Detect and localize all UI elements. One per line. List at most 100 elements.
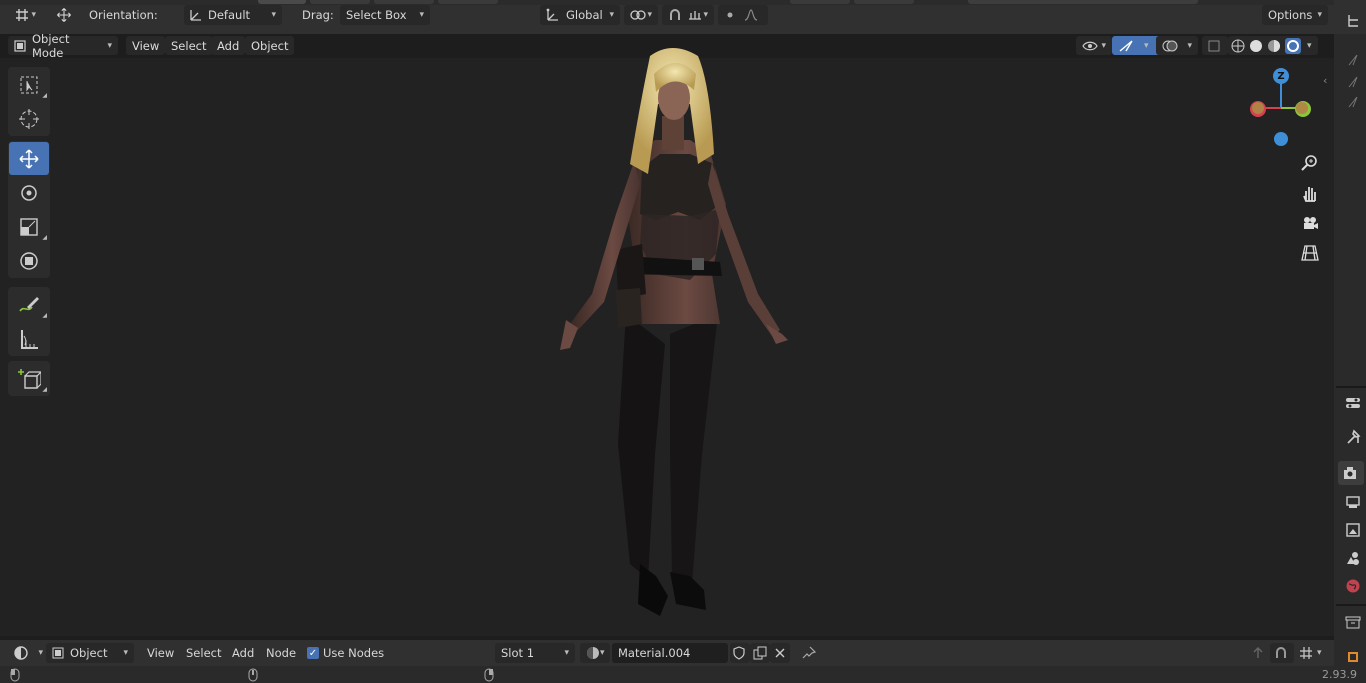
parent-node-tree-icon[interactable] <box>1246 643 1270 663</box>
slot-dropdown[interactable]: Slot 1 ▾ <box>495 643 575 663</box>
gizmo-icon <box>1118 39 1134 53</box>
xray-toggle[interactable] <box>1202 36 1228 55</box>
move-tool-header-icon[interactable] <box>50 5 78 25</box>
shader-type-dropdown[interactable]: Object ▾ <box>46 643 134 663</box>
chevron-left-icon[interactable]: ‹ <box>1323 74 1327 87</box>
editor-type-button-bottom[interactable]: ▾ <box>8 643 48 663</box>
menu-select-bottom[interactable]: Select <box>181 643 226 663</box>
editor-type-button[interactable]: ▾ <box>8 5 42 25</box>
mode-dropdown[interactable]: Object Mode ▾ <box>8 32 118 60</box>
toolbar-select-group: ◢ <box>8 67 50 136</box>
workspace-tab[interactable] <box>438 0 498 4</box>
hand-pan-icon[interactable] <box>1297 181 1323 205</box>
fake-user-button[interactable] <box>730 643 750 663</box>
snap-group[interactable]: ▾ <box>662 5 714 25</box>
output-properties-icon[interactable] <box>1340 490 1366 514</box>
tool-properties-icon[interactable] <box>1340 425 1366 449</box>
move-tool[interactable] <box>9 142 49 175</box>
visibility-dropdown[interactable]: ▾ <box>1076 36 1112 55</box>
unlink-material-button[interactable] <box>770 643 790 663</box>
menu-select[interactable]: Select <box>165 36 213 55</box>
tool-expand-icon: ◢ <box>42 92 47 99</box>
close-icon <box>774 647 786 659</box>
annotate-tool[interactable]: ◢ <box>9 288 49 321</box>
chevron-down-icon: ▾ <box>123 648 128 658</box>
menu-node-bottom[interactable]: Node <box>261 643 301 663</box>
camera-view-icon[interactable] <box>1297 211 1323 235</box>
n-panel-tab-icon[interactable] <box>1340 90 1366 114</box>
menu-add-bottom[interactable]: Add <box>227 643 259 663</box>
workspace-tab[interactable] <box>310 0 370 4</box>
orientation-dropdown[interactable]: Default ▾ <box>184 5 282 25</box>
material-shading-icon[interactable] <box>1267 39 1281 53</box>
editor-type-icon <box>14 8 30 22</box>
pivot-point-dropdown[interactable]: ▾ <box>624 5 658 25</box>
view-layer-properties-icon[interactable] <box>1340 518 1366 542</box>
use-nodes-checkbox[interactable]: ✓ Use Nodes <box>302 643 389 663</box>
transform-tool[interactable] <box>9 244 49 277</box>
neg-y-axis-handle[interactable] <box>1252 102 1264 114</box>
render-properties-icon[interactable] <box>1338 461 1364 485</box>
rendered-shading-icon[interactable] <box>1285 37 1301 54</box>
snap-element-dropdown[interactable]: ▾ <box>1294 643 1327 663</box>
outliner-icon[interactable] <box>1340 9 1366 33</box>
browse-material-button[interactable]: ▾ <box>580 643 610 663</box>
z-axis-handle[interactable]: Z <box>1273 68 1289 84</box>
snap-grid-icon <box>1299 646 1313 660</box>
mode-value: Object Mode <box>32 31 70 60</box>
neg-x-axis-handle[interactable] <box>1296 102 1308 114</box>
scene-properties-icon[interactable] <box>1340 546 1366 570</box>
character-model[interactable] <box>530 44 800 624</box>
n-panel-tab-icon[interactable] <box>1340 48 1366 72</box>
pin-icon[interactable] <box>796 643 822 663</box>
collection-properties-icon[interactable] <box>1340 610 1366 634</box>
z-axis-label: Z <box>1277 70 1285 82</box>
menu-view-bottom[interactable]: View <box>142 643 179 663</box>
cursor-tool[interactable] <box>9 102 49 135</box>
grid-ortho-icon[interactable] <box>1297 241 1323 265</box>
options-label: Options <box>1268 8 1313 22</box>
properties-editor-icon[interactable] <box>1340 391 1366 415</box>
rotate-tool[interactable] <box>9 176 49 209</box>
scene-selector-hint[interactable] <box>968 0 1198 4</box>
magnet-icon[interactable] <box>668 8 682 22</box>
proportional-edit-group[interactable] <box>718 5 768 25</box>
pivot-icon <box>630 9 646 21</box>
workspace-tab-active[interactable] <box>258 0 306 4</box>
snap-increment-icon[interactable] <box>688 9 702 21</box>
overlay-toggle[interactable]: ▾ <box>1156 36 1198 55</box>
menu-object[interactable]: Object <box>245 36 295 55</box>
options-dropdown[interactable]: Options ▾ <box>1262 5 1328 25</box>
scale-tool[interactable]: ◢ <box>9 210 49 243</box>
workspace-tab[interactable] <box>374 0 434 4</box>
toolbar-add-group: ◢ <box>8 361 50 396</box>
wireframe-shading-icon[interactable] <box>1231 39 1245 53</box>
chevron-down-icon: ▾ <box>271 10 276 20</box>
falloff-curve-icon[interactable] <box>744 9 758 21</box>
measure-tool[interactable] <box>9 322 49 355</box>
navigation-gizmo[interactable]: Z <box>1240 64 1320 150</box>
duplicate-material-button[interactable] <box>750 643 770 663</box>
neg-z-axis-handle[interactable] <box>1274 132 1288 146</box>
world-properties-icon[interactable] <box>1340 574 1366 598</box>
chevron-down-icon: ▾ <box>38 648 43 658</box>
solid-shading-icon[interactable] <box>1249 39 1263 53</box>
shading-group: ▾ <box>1228 36 1318 55</box>
add-cube-tool[interactable]: ◢ <box>9 362 49 395</box>
workspace-tab[interactable] <box>790 0 850 4</box>
proportional-edit-icon[interactable] <box>724 9 736 21</box>
zoom-icon[interactable] <box>1297 151 1323 175</box>
material-sphere-icon <box>586 646 600 660</box>
transform-orientation-dropdown[interactable]: Global ▾ <box>540 5 620 25</box>
select-box-tool[interactable]: ◢ <box>9 68 49 101</box>
eye-icon <box>1082 40 1098 52</box>
menu-add[interactable]: Add <box>211 36 246 55</box>
material-name-field[interactable]: Material.004 <box>612 643 728 663</box>
mouse-right-icon <box>484 668 494 682</box>
menu-view[interactable]: View <box>126 36 166 55</box>
drag-dropdown[interactable]: Select Box ▾ <box>340 5 430 25</box>
chevron-down-icon: ▾ <box>1307 40 1312 51</box>
snap-toggle-bottom[interactable] <box>1270 643 1294 663</box>
workspace-tab[interactable] <box>854 0 914 4</box>
chevron-down-icon: ▾ <box>600 648 605 658</box>
